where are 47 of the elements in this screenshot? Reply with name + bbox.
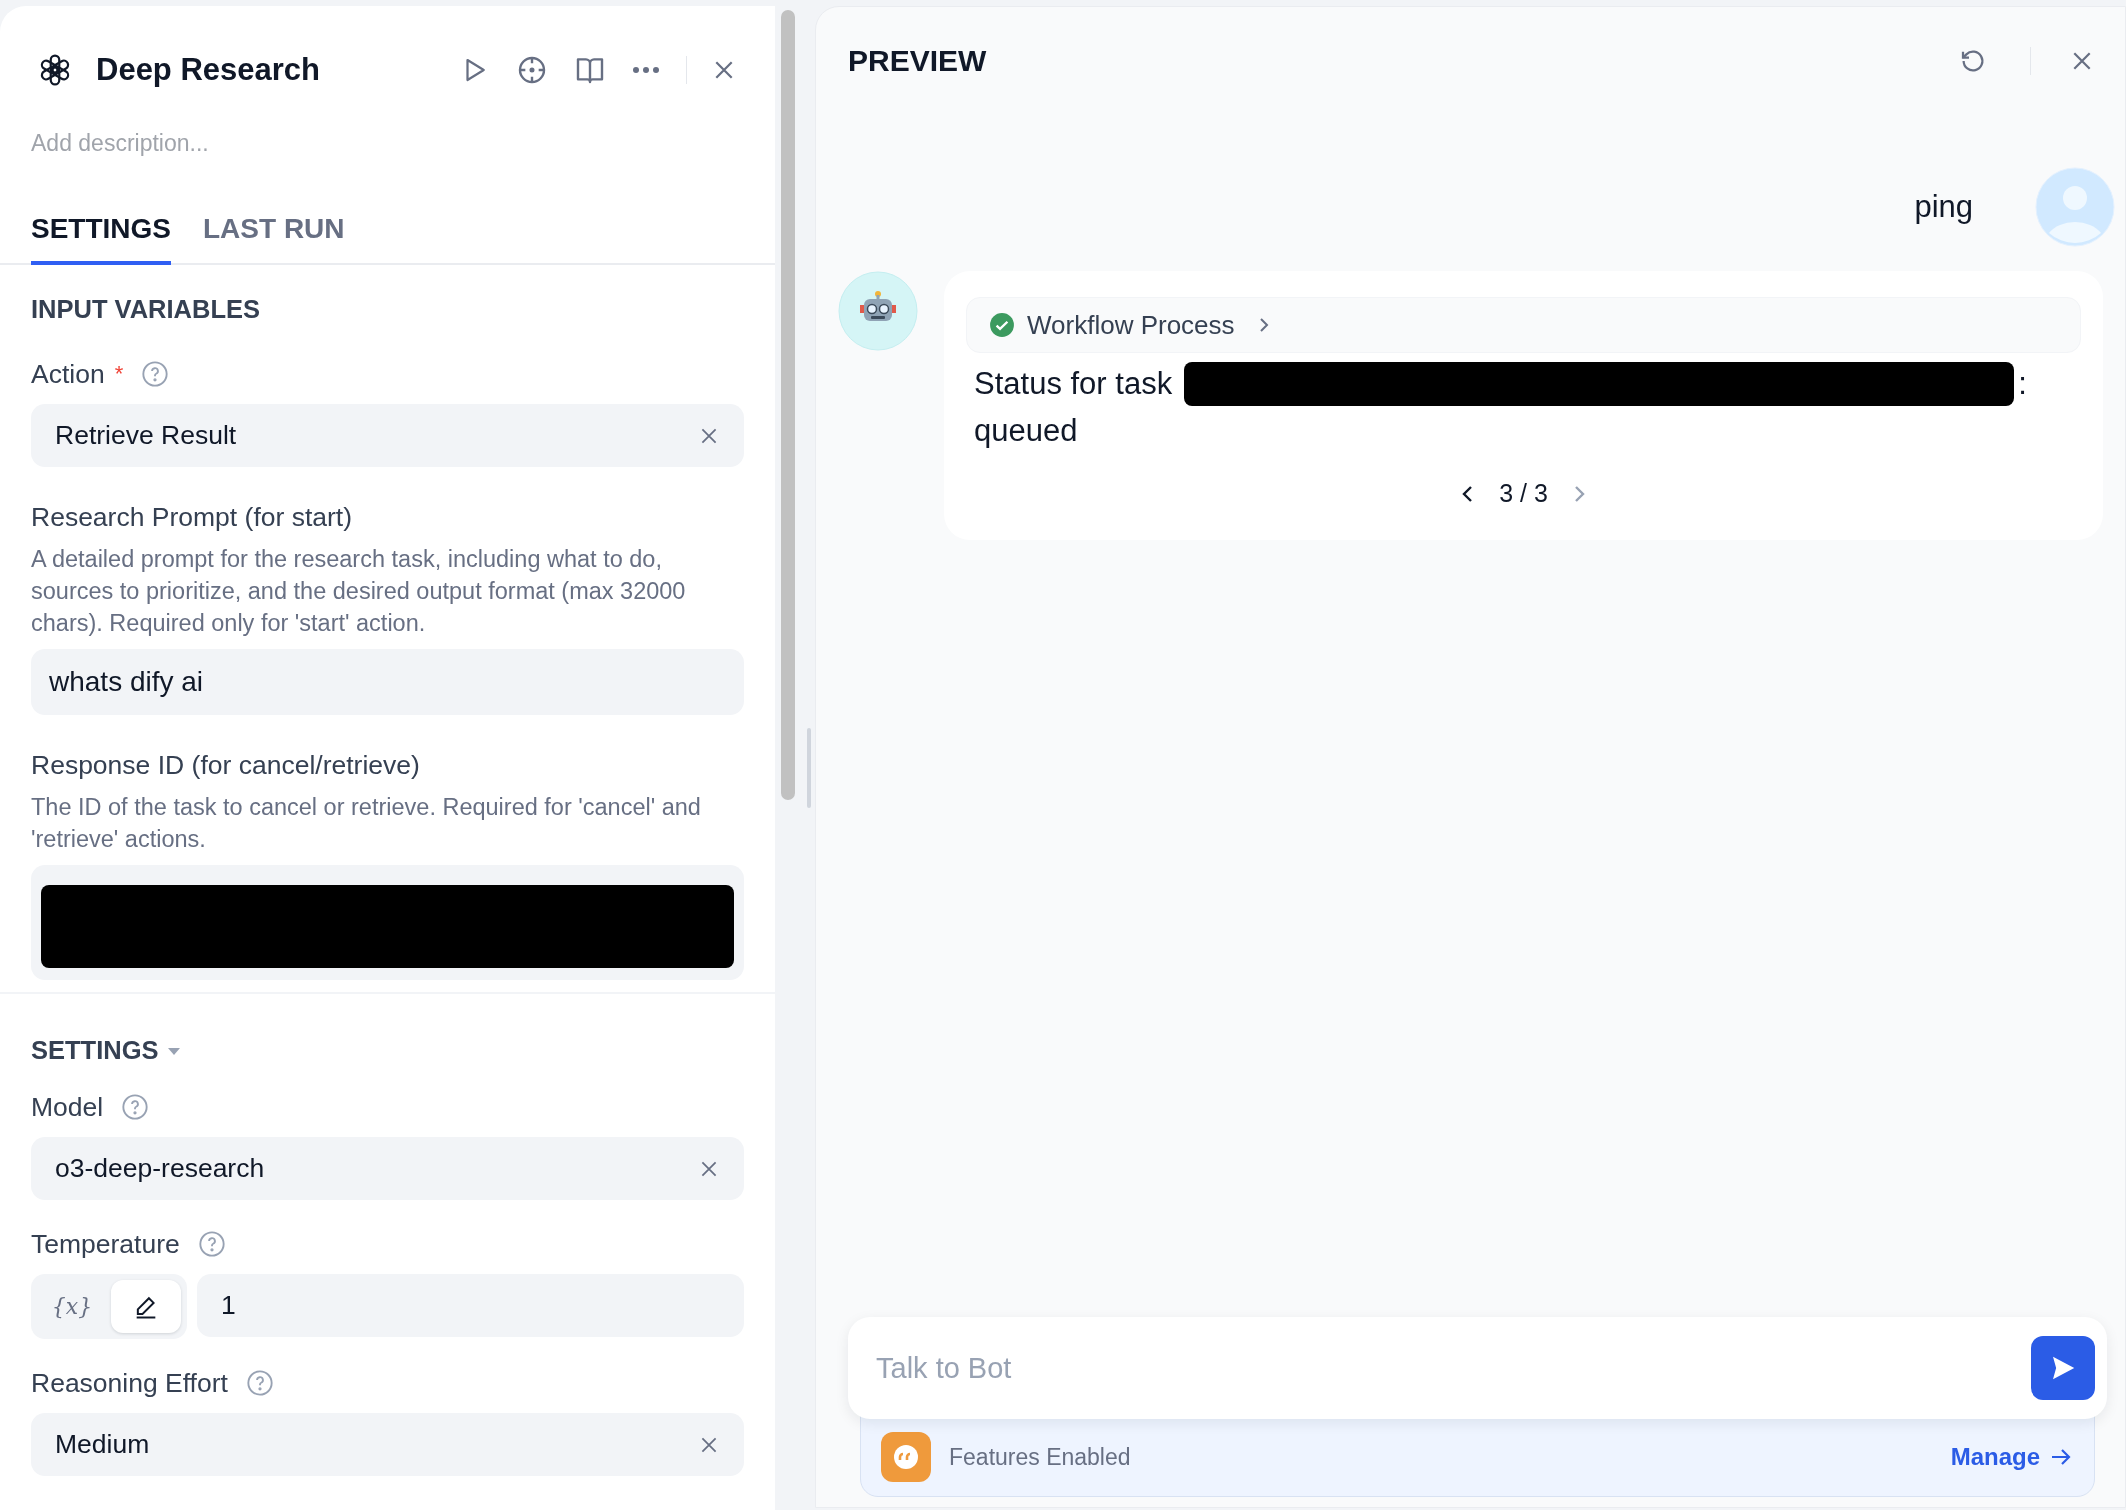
- message-text: queued: [974, 413, 1078, 448]
- close-icon: [2071, 50, 2093, 72]
- logo-icon: [38, 53, 72, 87]
- more-icon: [632, 66, 660, 74]
- variable-mode-button[interactable]: {x}: [37, 1280, 107, 1333]
- field-label: Research Prompt (for start): [31, 501, 353, 533]
- field-description: The ID of the task to cancel or retrieve. Required for 'cancel' and 'retrieve' actions.: [31, 793, 702, 854]
- features-label: Features Enabled: [949, 1443, 1132, 1471]
- field-label: Model: [31, 1091, 104, 1123]
- select-field[interactable]: Medium: [31, 1413, 744, 1476]
- caret-icon[interactable]: [166, 1045, 181, 1056]
- constant-mode-button[interactable]: [111, 1280, 181, 1333]
- field-label: Response ID (for cancel/retrieve): [31, 749, 420, 781]
- resize-handle[interactable]: [807, 728, 811, 808]
- number-field[interactable]: 1: [197, 1274, 744, 1337]
- more-button[interactable]: [632, 66, 660, 74]
- tab[interactable]: SETTINGS: [31, 213, 171, 265]
- message-text: Status for task: [974, 366, 1173, 402]
- field-label: Temperature: [31, 1228, 180, 1260]
- required-mark: *: [114, 361, 124, 387]
- send-button[interactable]: [2031, 1336, 2095, 1400]
- field-label: Reasoning Effort: [31, 1367, 228, 1399]
- close-button[interactable]: [2071, 50, 2093, 72]
- section-title[interactable]: SETTINGS: [31, 1036, 159, 1065]
- message-text: :: [2018, 366, 2027, 402]
- close-button[interactable]: [713, 59, 735, 81]
- input-field[interactable]: [31, 865, 744, 980]
- crosshair-icon: [516, 54, 548, 86]
- input-field[interactable]: whats dify ai: [31, 649, 744, 715]
- close-icon: [713, 59, 735, 81]
- node-title: Deep Research: [96, 52, 321, 88]
- select-field[interactable]: Retrieve Result: [31, 404, 744, 467]
- tab[interactable]: LAST RUN: [203, 213, 345, 265]
- field-label: Action: [31, 358, 105, 390]
- manage-link[interactable]: Manage: [1950, 1443, 2072, 1471]
- arrow-right-icon: [2050, 1447, 2072, 1467]
- workflow-process-toggle[interactable]: Workflow Process: [966, 297, 2081, 353]
- user-message: ping: [1914, 189, 1973, 225]
- page-counter: 3 / 3: [1499, 479, 1548, 508]
- scrollbar-thumb[interactable]: [781, 10, 795, 800]
- field-description: A detailed prompt for the research task, including what to do, sources to prioritize, and the desired output format (max 32000 chars). Required only for 'start' action.: [31, 545, 687, 638]
- panel-title: PREVIEW: [848, 44, 988, 78]
- select-field[interactable]: o3-deep-research: [31, 1137, 744, 1200]
- locate-button[interactable]: [516, 54, 548, 86]
- section-title: INPUT VARIABLES: [31, 295, 261, 324]
- chat-input[interactable]: Talk to Bot: [848, 1317, 2107, 1419]
- quote-icon: [881, 1432, 931, 1482]
